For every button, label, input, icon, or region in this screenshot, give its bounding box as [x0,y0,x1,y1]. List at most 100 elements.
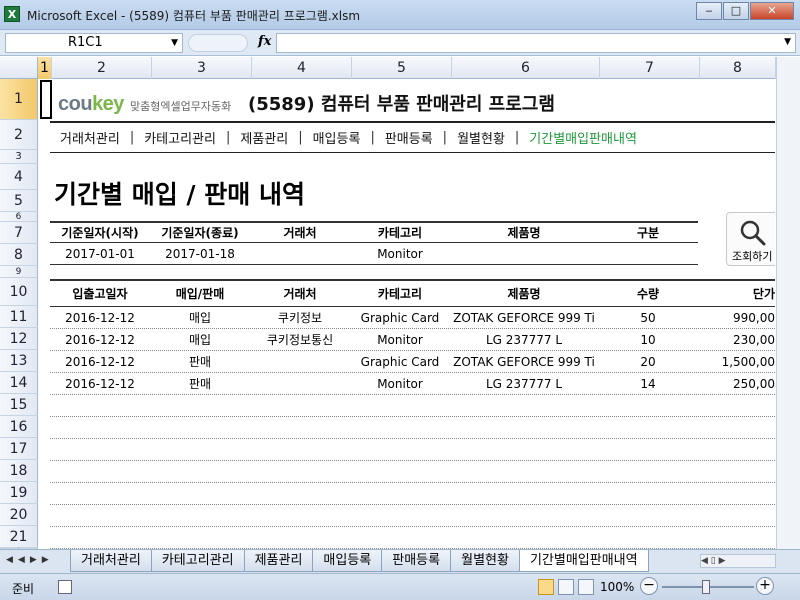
tab-purchase[interactable]: 매입등록 [312,550,383,572]
row-header-3[interactable]: 3 [0,150,38,164]
cell-date[interactable]: 2016-12-12 [50,377,150,391]
row-header-2[interactable]: 2 [0,120,38,150]
tab-scroll-arrows[interactable]: ◀◀▶▶ [6,555,54,565]
cell-date[interactable]: 2016-12-12 [50,355,150,369]
table-row[interactable]: 2016-12-12 판매 Monitor LG 237777 L 14 250… [50,373,775,395]
row-header-20[interactable]: 20 [0,504,38,526]
column-header-8[interactable]: 8 [700,57,776,79]
empty-row[interactable] [50,527,775,549]
cell-category[interactable]: Monitor [350,333,450,347]
vertical-scrollbar[interactable] [776,57,800,549]
cell-date[interactable]: 2016-12-12 [50,311,150,325]
macro-record-icon[interactable] [58,580,72,594]
cell-price[interactable]: 1,500,00 [698,355,775,369]
search-button[interactable]: 조회하기 [726,212,775,266]
filter-end-date[interactable]: 2017-01-18 [150,247,250,261]
close-button[interactable]: ✕ [750,2,794,20]
column-header-6[interactable]: 6 [452,57,600,79]
filter-start-date[interactable]: 2017-01-01 [50,247,150,261]
cell-price[interactable]: 230,00 [698,333,775,347]
excel-icon[interactable]: X [4,6,20,22]
cell-type[interactable]: 매입 [150,309,250,326]
row-header-8[interactable]: 8 [0,244,38,266]
empty-row[interactable] [50,461,775,483]
row-header-14[interactable]: 14 [0,372,38,394]
row-header-21[interactable]: 21 [0,526,38,548]
table-row[interactable]: 2016-12-12 판매 Graphic Card ZOTAK GEFORCE… [50,351,775,373]
zoom-in-button[interactable]: + [756,577,774,595]
nav-item-purchase[interactable]: 매입등록 [303,128,371,147]
tab-products[interactable]: 제품관리 [243,550,314,572]
empty-row[interactable] [50,439,775,461]
nav-item-clients[interactable]: 거래처관리 [50,128,130,147]
tab-categories[interactable]: 카테고리관리 [150,550,245,572]
insert-function-button[interactable]: fx [258,34,271,49]
cell-qty[interactable]: 20 [598,355,698,369]
cell-qty[interactable]: 50 [598,311,698,325]
tab-monthly[interactable]: 월별현황 [450,550,520,572]
chevron-down-icon[interactable]: ▼ [171,34,178,52]
column-header-2[interactable]: 2 [52,57,152,79]
cell-price[interactable]: 250,00 [698,377,775,391]
row-header-17[interactable]: 17 [0,438,38,460]
empty-row[interactable] [50,483,775,505]
column-header-1[interactable]: 1 [38,57,52,79]
row-header-9[interactable]: 9 [0,266,38,278]
empty-row[interactable] [50,417,775,439]
cell-category[interactable]: Graphic Card [350,355,450,369]
tab-clients[interactable]: 거래처관리 [70,550,152,572]
cell-client[interactable]: 쿠키정보 [250,309,350,326]
tab-period-history[interactable]: 기간별매입판매내역 [518,550,649,572]
column-header-5[interactable]: 5 [352,57,452,79]
horizontal-scrollbar[interactable]: ◀ ▯ ▶ [700,554,776,568]
cell-type[interactable]: 매입 [150,331,250,348]
row-header-4[interactable]: 4 [0,164,38,190]
row-header-1[interactable]: 1 [0,79,38,120]
cell-product[interactable]: LG 237777 L [450,377,598,391]
normal-view-button[interactable] [538,579,554,595]
column-header-3[interactable]: 3 [152,57,252,79]
nav-item-sales[interactable]: 판매등록 [375,128,443,147]
row-header-16[interactable]: 16 [0,416,38,438]
tab-sales[interactable]: 판매등록 [381,550,452,572]
cell-category[interactable]: Monitor [350,377,450,391]
zoom-level[interactable]: 100% [600,580,634,594]
cell-qty[interactable]: 10 [598,333,698,347]
row-header-12[interactable]: 12 [0,328,38,350]
select-all-corner[interactable] [0,57,38,79]
cell-product[interactable]: ZOTAK GEFORCE 999 Ti [450,311,598,325]
sheet-area[interactable]: coukey 맞춤형엑셀업무자동화 (5589) 컴퓨터 부품 판매관리 프로그… [38,79,775,549]
table-row[interactable]: 2016-12-12 매입 쿠키정보통신 Monitor LG 237777 L… [50,329,775,351]
zoom-out-button[interactable]: − [640,577,658,595]
row-header-18[interactable]: 18 [0,460,38,482]
cell-product[interactable]: ZOTAK GEFORCE 999 Ti [450,355,598,369]
cell-date[interactable]: 2016-12-12 [50,333,150,347]
cell-product[interactable]: LG 237777 L [450,333,598,347]
cell-type[interactable]: 판매 [150,353,250,370]
cell-category[interactable]: Graphic Card [350,311,450,325]
cell-qty[interactable]: 14 [598,377,698,391]
nav-item-products[interactable]: 제품관리 [230,128,298,147]
nav-item-monthly[interactable]: 월별현황 [447,128,515,147]
column-header-4[interactable]: 4 [252,57,352,79]
row-header-11[interactable]: 11 [0,306,38,328]
row-header-6[interactable]: 6 [0,212,38,222]
cell-client[interactable]: 쿠키정보통신 [250,331,350,348]
minimize-button[interactable]: ‒ [696,2,722,20]
row-header-7[interactable]: 7 [0,222,38,244]
row-header-19[interactable]: 19 [0,482,38,504]
cell-price[interactable]: 990,00 [698,311,775,325]
page-layout-view-button[interactable] [558,579,574,595]
row-header-10[interactable]: 10 [0,278,38,306]
chevron-down-icon[interactable]: ▼ [784,37,791,47]
empty-row[interactable] [50,505,775,527]
table-row[interactable]: 2016-12-12 매입 쿠키정보 Graphic Card ZOTAK GE… [50,307,775,329]
row-header-13[interactable]: 13 [0,350,38,372]
name-box[interactable]: R1C1 ▼ [5,33,183,53]
row-header-5[interactable]: 5 [0,190,38,212]
nav-item-categories[interactable]: 카테고리관리 [134,128,226,147]
nav-item-period-history[interactable]: 기간별매입판매내역 [519,128,647,147]
maximize-button[interactable]: □ [723,2,749,20]
row-header-15[interactable]: 15 [0,394,38,416]
empty-row[interactable] [50,395,775,417]
